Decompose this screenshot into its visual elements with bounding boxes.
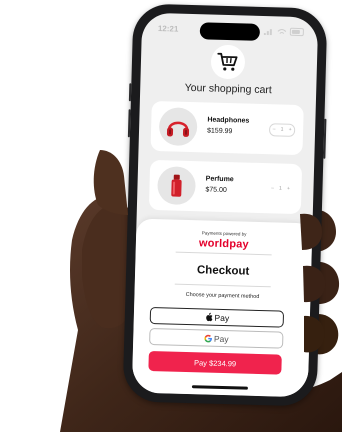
- quantity-stepper[interactable]: – 1 +: [268, 123, 296, 137]
- increment-button[interactable]: +: [289, 127, 292, 133]
- apple-icon: [205, 312, 213, 322]
- quantity-value: 1: [280, 126, 284, 133]
- google-pay-label: Pay: [213, 333, 229, 344]
- worldpay-logo: worldpay: [198, 237, 250, 251]
- divider: [175, 251, 272, 256]
- payment-method-label: Choose your payment method: [185, 291, 260, 300]
- cart-icon-badge: [210, 44, 246, 80]
- apple-pay-button[interactable]: Pay: [149, 306, 285, 328]
- decrement-button[interactable]: –: [273, 126, 276, 132]
- signal-icon: [263, 28, 272, 35]
- item-price: $159.99: [206, 127, 233, 136]
- status-time: 12:21: [157, 24, 179, 34]
- phone-screen: 12:21 Your shopping cart Headphones $159…: [131, 12, 319, 398]
- item-name: Headphones: [207, 116, 250, 125]
- phone-side-button: [127, 109, 131, 138]
- quantity-value: 1: [278, 185, 282, 192]
- item-name: Perfume: [205, 175, 234, 184]
- pay-button[interactable]: Pay $234.99: [148, 350, 282, 375]
- shopping-cart-icon: [217, 52, 238, 71]
- decrement-button[interactable]: –: [271, 185, 274, 191]
- item-price: $75.00: [205, 186, 227, 195]
- page-title: Your shopping cart: [184, 81, 272, 97]
- status-icons: [263, 27, 304, 37]
- wifi-icon: [277, 28, 287, 34]
- google-icon: [204, 334, 212, 342]
- headphones-icon: [166, 121, 190, 137]
- checkout-sheet: Payments powered by worldpay Checkout Ch…: [131, 218, 313, 398]
- divider: [174, 283, 271, 288]
- product-thumbnail: [156, 166, 197, 206]
- cart-item-perfume[interactable]: Perfume $75.00 – 1 +: [148, 159, 303, 215]
- apple-pay-label: Pay: [214, 312, 230, 323]
- phone-side-button: [128, 83, 132, 102]
- increment-button[interactable]: +: [287, 186, 290, 192]
- phone-device: 12:21 Your shopping cart Headphones $159…: [122, 3, 328, 407]
- dynamic-island: [199, 22, 261, 41]
- google-pay-button[interactable]: Pay: [149, 327, 284, 349]
- battery-icon: [289, 27, 304, 37]
- checkout-heading: Checkout: [196, 264, 250, 278]
- cart-item-headphones[interactable]: Headphones $159.99 – 1 +: [150, 100, 304, 156]
- quantity-stepper[interactable]: – 1 +: [267, 182, 293, 196]
- perfume-bottle-icon: [171, 174, 182, 197]
- product-thumbnail: [158, 107, 198, 147]
